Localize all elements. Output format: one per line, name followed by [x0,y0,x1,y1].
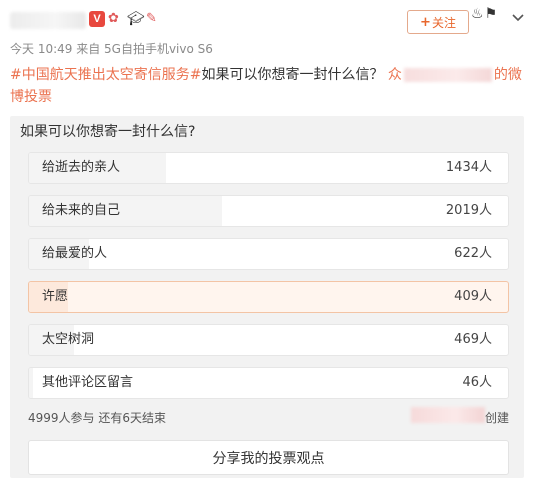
flag-icon: ⚑ [484,6,498,22]
v-badge-icon[interactable]: V [89,11,105,27]
poll-option-label: 许愿 [42,289,69,304]
author-link-prefix[interactable]: 众 [388,67,402,83]
award-icon[interactable]: ✿ [108,11,124,27]
fan-icon[interactable]: ✎ [146,11,162,27]
topic-tag-link[interactable]: #中国航天推出太空寄信服务# [10,67,201,83]
poll-stats: 4999人参与 还有6天结束 [28,411,166,425]
poll-option[interactable]: 给未来的自己 2019人 [28,195,509,227]
graduation-cap-icon[interactable]: 🎓︎ [127,11,145,27]
share-opinion-button[interactable]: 分享我的投票观点 [28,440,509,475]
poll-option[interactable]: 给逝去的亲人 1434人 [28,152,509,184]
poll-option-count: 469人 [454,332,492,347]
poll-option-label: 其他评论区留言 [42,375,134,390]
poll-creator-redacted[interactable] [411,407,485,423]
poll-question: 如果可以你想寄一封什么信? [20,124,196,140]
poll-option-count: 2019人 [445,203,492,218]
poll-option-count: 409人 [454,289,492,304]
poll-link[interactable]: 博投票 [10,89,52,105]
post-body: 如果可以你想寄一封什么信？ [201,67,384,83]
author-link-redacted[interactable] [403,68,492,82]
decoration-icons: ♨ ⚑ [471,6,497,22]
poll-option-label: 给逝去的亲人 [42,160,121,175]
author-link-suffix[interactable]: 的微 [494,67,522,83]
chevron-down-icon[interactable] [509,8,527,26]
poll-option-count: 1434人 [445,160,492,175]
post-meta: 今天 10:49 来自 5G自拍手机vivo S6 [10,42,213,56]
poll-option-label: 给未来的自己 [42,203,121,218]
poll-option-label: 给最爱的人 [42,246,108,261]
follow-label: 关注 [431,15,456,30]
username-redacted[interactable] [10,12,86,29]
share-opinion-label: 分享我的投票观点 [212,450,325,467]
post-text: #中国航天推出太空寄信服务#如果可以你想寄一封什么信？ 众 的微 博投票 [10,64,522,108]
post-header: V ✿ 🎓︎ ✎ + 关注 ♨ ⚑ [0,0,536,44]
user-badges: V ✿ 🎓︎ ✎ [89,11,162,27]
poll-option[interactable]: 太空树洞 469人 [28,324,509,356]
poll-option-fill [29,368,34,398]
lamp-icon: ♨ [471,6,484,22]
poll-creator-suffix: 创建 [485,411,510,425]
plus-icon: + [420,14,431,30]
poll-option-count: 622人 [454,246,492,261]
poll-option[interactable]: 给最爱的人 622人 [28,238,509,270]
follow-button[interactable]: + 关注 [407,10,469,34]
poll-option-label: 太空树洞 [42,332,95,347]
poll-option-count: 46人 [462,375,492,390]
poll-option[interactable]: 许愿 409人 [28,281,509,313]
poll-option[interactable]: 其他评论区留言 46人 [28,367,509,399]
